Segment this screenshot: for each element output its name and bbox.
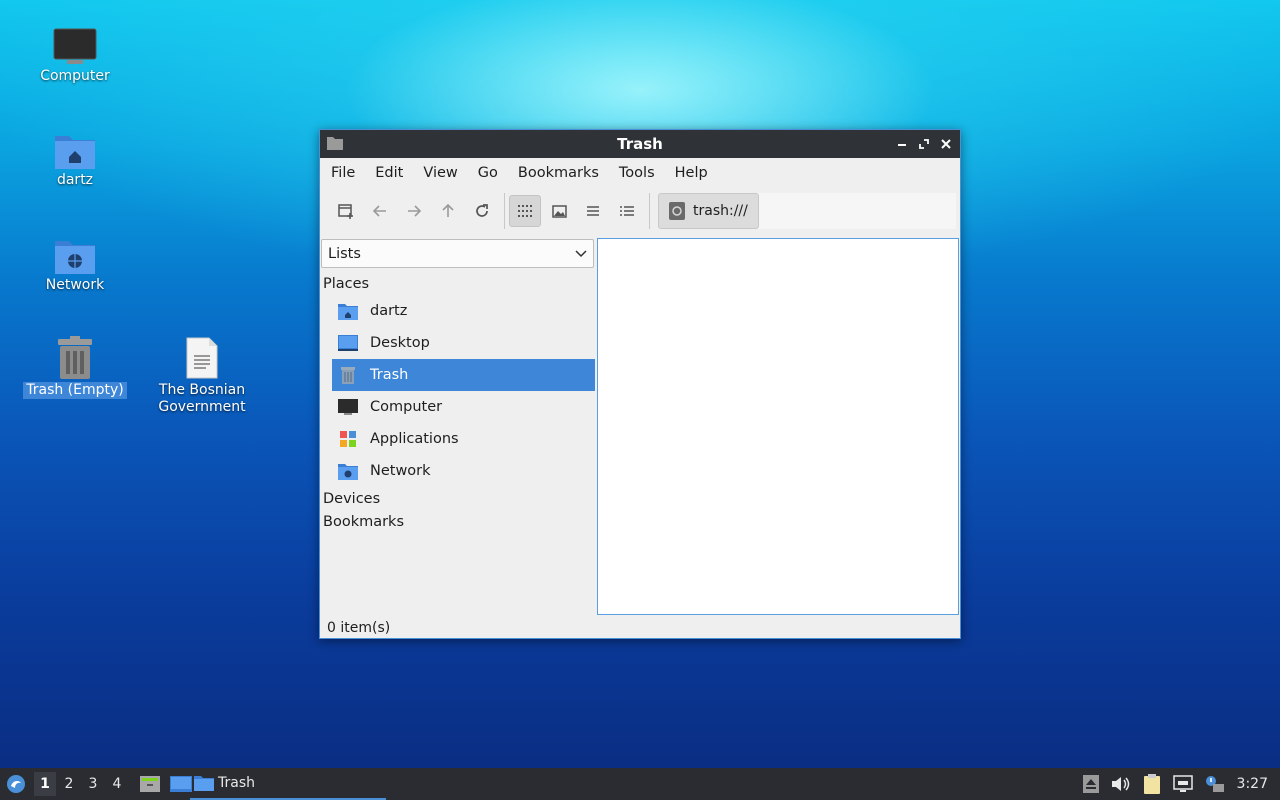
- place-label: Network: [370, 463, 431, 479]
- menu-tools[interactable]: Tools: [612, 165, 662, 181]
- file-manager-icon: [140, 776, 160, 792]
- workspace-4[interactable]: 4: [106, 772, 128, 796]
- quicklaunch-file-manager[interactable]: [140, 775, 160, 793]
- desktop-icon-network[interactable]: Network: [20, 223, 130, 294]
- eject-icon[interactable]: [1082, 775, 1099, 793]
- thumbnail-view-button[interactable]: [543, 195, 575, 227]
- menu-file[interactable]: File: [324, 165, 362, 181]
- menu-go[interactable]: Go: [471, 165, 505, 181]
- place-desktop[interactable]: Desktop: [332, 327, 595, 359]
- compact-view-button[interactable]: [577, 195, 609, 227]
- section-devices-label: Devices: [323, 490, 381, 507]
- network-status-icon[interactable]: [1172, 775, 1193, 793]
- file-list-area[interactable]: [597, 238, 959, 615]
- window-title: Trash: [617, 135, 663, 153]
- folder-icon: [194, 775, 214, 791]
- place-label: dartz: [370, 303, 408, 319]
- maximize-button[interactable]: [914, 134, 934, 154]
- side-pane-mode-value: Lists: [328, 245, 361, 262]
- place-trash[interactable]: Trash: [332, 359, 595, 391]
- workspace-2[interactable]: 2: [58, 772, 80, 796]
- section-devices[interactable]: Devices: [320, 487, 596, 510]
- status-bar: 0 item(s): [327, 620, 391, 636]
- place-dartz[interactable]: dartz: [332, 295, 595, 327]
- window-titlebar[interactable]: Trash: [320, 130, 960, 158]
- computer-icon: [53, 14, 97, 66]
- notification-icon[interactable]: [1205, 775, 1225, 793]
- place-label: Desktop: [370, 335, 430, 351]
- reload-button[interactable]: [466, 195, 498, 227]
- desktop-icon: [170, 776, 192, 792]
- back-button[interactable]: [364, 195, 396, 227]
- section-bookmarks[interactable]: Bookmarks: [320, 510, 596, 533]
- network-folder-icon: [54, 223, 96, 275]
- taskbar-window-label: Trash: [218, 775, 255, 791]
- toolbar-separator: [504, 193, 505, 229]
- menu-view[interactable]: View: [416, 165, 464, 181]
- address-text: trash:///: [693, 203, 748, 219]
- place-computer[interactable]: Computer: [332, 391, 595, 423]
- section-places[interactable]: Places: [320, 272, 596, 295]
- menu-help[interactable]: Help: [668, 165, 715, 181]
- desktop-icon-computer[interactable]: Computer: [20, 14, 130, 85]
- menubar: File Edit View Go Bookmarks Tools Help: [320, 158, 960, 188]
- text-document-icon: [185, 328, 219, 380]
- close-button[interactable]: [936, 134, 956, 154]
- volume-icon[interactable]: [1111, 776, 1131, 792]
- chevron-down-icon: [575, 247, 587, 263]
- toolbar-separator: [649, 193, 650, 229]
- address-bar-background[interactable]: [754, 193, 956, 229]
- file-manager-window[interactable]: Trash File Edit View Go Bookmarks Tools …: [319, 129, 961, 639]
- section-bookmarks-label: Bookmarks: [323, 513, 405, 530]
- trash-icon: [337, 364, 359, 386]
- workspace-3[interactable]: 3: [82, 772, 104, 796]
- desktop-icon-document[interactable]: The Bosnian Government: [147, 328, 257, 416]
- place-applications[interactable]: Applications: [332, 423, 595, 455]
- clipboard-icon[interactable]: [1143, 774, 1161, 794]
- desktop-icon-label: Network: [45, 277, 105, 293]
- icon-view-button[interactable]: [509, 195, 541, 227]
- place-label: Applications: [370, 431, 459, 447]
- desktop-icon: [337, 332, 359, 354]
- side-pane: Lists Places dartz Desktop Trash Compute…: [320, 236, 596, 612]
- place-network[interactable]: Network: [332, 455, 595, 487]
- menu-bookmarks[interactable]: Bookmarks: [511, 165, 606, 181]
- desktop-icon-label: The Bosnian Government: [158, 382, 246, 415]
- up-button[interactable]: [432, 195, 464, 227]
- trash-location-icon: [669, 202, 685, 220]
- lxqt-logo-icon: [7, 775, 25, 793]
- path-button-trash[interactable]: trash:///: [658, 193, 759, 229]
- place-label: Trash: [370, 367, 409, 383]
- forward-button[interactable]: [398, 195, 430, 227]
- trash-icon: [55, 328, 95, 380]
- applications-icon: [337, 428, 359, 450]
- toolbar: trash:///: [320, 188, 960, 234]
- minimize-button[interactable]: [892, 134, 912, 154]
- workspace-1[interactable]: 1: [34, 772, 56, 796]
- detailed-list-view-button[interactable]: [611, 195, 643, 227]
- network-folder-icon: [337, 460, 359, 482]
- desktop-icon-label: Trash (Empty): [23, 382, 127, 399]
- start-menu-button[interactable]: [0, 768, 32, 800]
- folder-icon: [327, 136, 343, 154]
- system-tray: 3:27: [1082, 768, 1280, 800]
- quicklaunch-show-desktop[interactable]: [170, 775, 192, 793]
- home-folder-icon: [337, 300, 359, 322]
- new-tab-button[interactable]: [330, 195, 362, 227]
- desktop-icon-trash[interactable]: Trash (Empty): [20, 328, 130, 399]
- side-pane-mode-select[interactable]: Lists: [321, 239, 594, 268]
- taskbar: 1 2 3 4 Trash 3:27: [0, 768, 1280, 800]
- menu-edit[interactable]: Edit: [368, 165, 410, 181]
- workspace-switcher: 1 2 3 4: [34, 772, 130, 796]
- home-folder-icon: [54, 118, 96, 170]
- desktop-icon-label: Computer: [40, 68, 110, 84]
- desktop-icon-dartz[interactable]: dartz: [20, 118, 130, 189]
- section-places-label: Places: [323, 275, 370, 292]
- taskbar-window-trash[interactable]: Trash: [190, 768, 386, 800]
- place-label: Computer: [370, 399, 443, 415]
- computer-icon: [337, 396, 359, 418]
- clock[interactable]: 3:27: [1237, 776, 1268, 792]
- desktop-icon-label: dartz: [56, 172, 94, 188]
